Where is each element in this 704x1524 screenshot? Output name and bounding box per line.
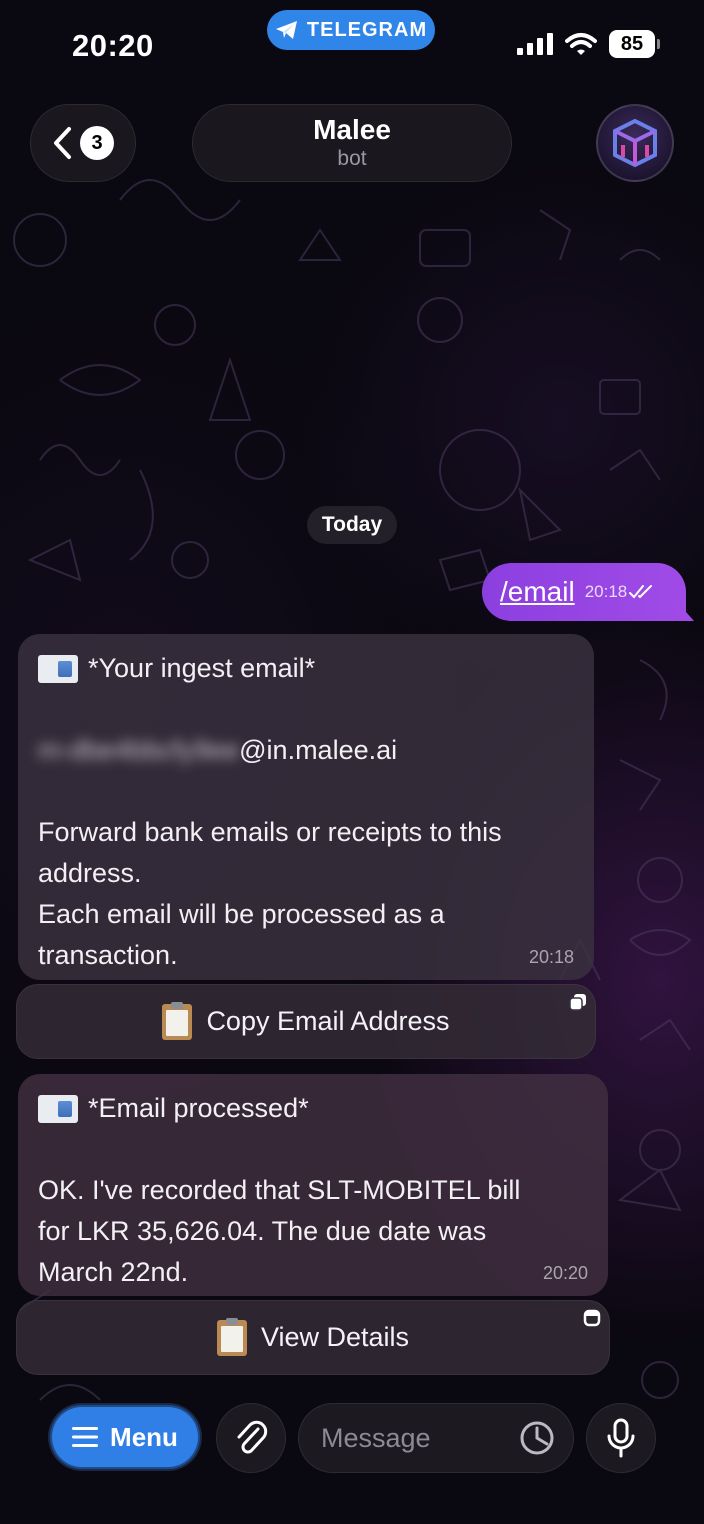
unread-count-badge: 3: [80, 126, 114, 160]
chevron-left-icon: [54, 127, 71, 159]
telegram-app-pill[interactable]: TELEGRAM: [267, 10, 435, 50]
message-body-line: Forward bank emails or receipts to this: [38, 817, 502, 847]
message-heading-row: *Your ingest email*: [38, 648, 574, 689]
outgoing-message[interactable]: /email 20:18: [482, 563, 686, 621]
double-check-icon: [629, 585, 653, 599]
cube-logo-icon: [613, 118, 657, 168]
outgoing-time: 20:18: [584, 582, 628, 601]
back-button[interactable]: 3: [30, 104, 136, 182]
menu-label: Menu: [110, 1421, 178, 1452]
view-details-button[interactable]: View Details: [16, 1300, 610, 1375]
battery-level: 85: [609, 30, 655, 58]
message-heading: *Your ingest email*: [88, 653, 316, 683]
view-details-label: View Details: [260, 1322, 410, 1352]
hamburger-menu-icon: [72, 1427, 99, 1447]
message-heading: *Email processed*: [88, 1093, 309, 1123]
telegram-pill-label: TELEGRAM: [306, 18, 428, 41]
battery-indicator: 85: [609, 30, 660, 58]
message-body-line: March 22nd.: [38, 1257, 189, 1287]
incoming-envelope-icon: [38, 654, 78, 683]
outgoing-meta: 20:18: [585, 582, 656, 602]
copy-email-address-label: Copy Email Address: [206, 1006, 450, 1036]
bot-menu-button[interactable]: Menu: [50, 1405, 200, 1469]
copy-email-address-button[interactable]: Copy Email Address: [16, 984, 596, 1059]
message-input[interactable]: [321, 1422, 519, 1454]
message-time: 20:20: [542, 1263, 588, 1283]
voice-record-button[interactable]: [586, 1403, 656, 1473]
microphone-icon: [607, 1418, 635, 1458]
attach-button[interactable]: [216, 1403, 286, 1473]
incoming-envelope-icon: [38, 1094, 78, 1123]
message-body-line: Each email will be processed as a: [38, 899, 445, 929]
message-body-line: address.: [38, 858, 142, 888]
message-body-line: transaction.: [38, 940, 178, 970]
copy-icon: [569, 994, 586, 1011]
message-body-line: OK. I've recorded that SLT-MOBITEL bill: [38, 1175, 521, 1205]
chat-screen: 20:20 TELEGRAM 85 3 Malee bot Today /ema…: [0, 0, 704, 1524]
status-icons: 85: [517, 30, 660, 58]
message-body-line: for LKR 35,626.04. The due date was: [38, 1216, 487, 1246]
message-input-container[interactable]: [298, 1403, 574, 1473]
ingest-email-address[interactable]: m-dbe4bbcfy9ee@in.malee.ai: [38, 730, 574, 771]
email-domain: @in.malee.ai: [239, 735, 398, 765]
clipboard-icon: [216, 1317, 247, 1356]
outgoing-command-link[interactable]: /email: [500, 576, 575, 608]
sticker-clock-icon: [520, 1421, 554, 1455]
email-local-part-blurred: m-dbe4bbcfy9ee: [38, 735, 240, 765]
message-heading-row: *Email processed*: [38, 1088, 588, 1129]
web-app-icon: [583, 1309, 601, 1327]
battery-cap: [657, 39, 660, 49]
wifi-icon: [565, 33, 597, 55]
incoming-message-ingest-email[interactable]: *Your ingest email* m-dbe4bbcfy9ee@in.ma…: [18, 634, 594, 980]
message-time: 20:18: [528, 947, 574, 967]
clipboard-icon: [162, 1001, 193, 1040]
telegram-logo-icon: [275, 21, 297, 39]
incoming-message-email-processed[interactable]: *Email processed* OK. I've recorded that…: [18, 1074, 608, 1296]
status-time: 20:20: [72, 28, 154, 63]
cellular-signal-icon: [517, 33, 553, 55]
chat-subtitle: bot: [337, 147, 367, 170]
paperclip-icon: [237, 1420, 268, 1454]
bot-avatar[interactable]: [596, 104, 674, 182]
chat-title-pill[interactable]: Malee bot: [192, 104, 512, 182]
chat-title: Malee: [313, 114, 391, 145]
date-separator: Today: [307, 506, 397, 544]
